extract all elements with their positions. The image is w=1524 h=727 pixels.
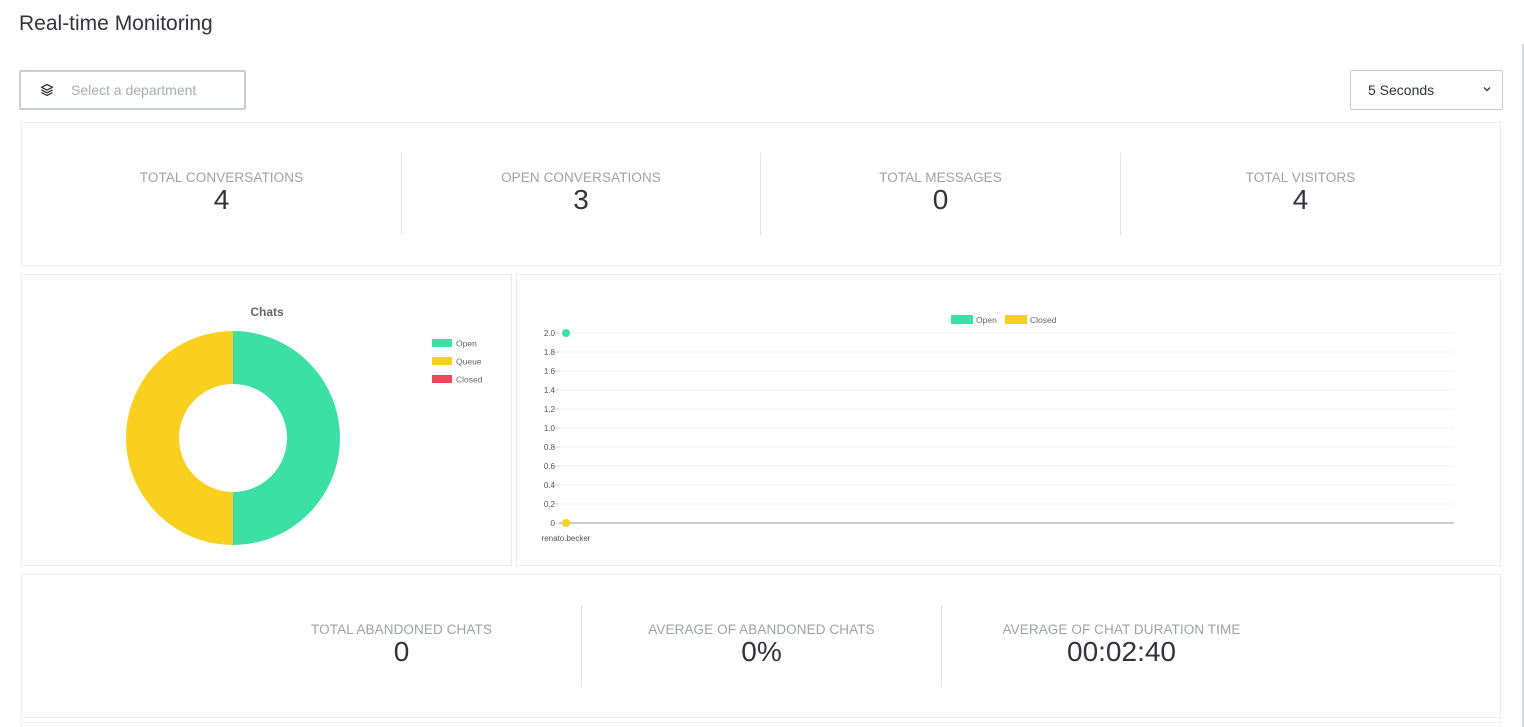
- legend-swatch-open[interactable]: [951, 315, 973, 324]
- donut-title: Chats: [250, 305, 284, 319]
- legend-label-queue[interactable]: Queue: [456, 357, 482, 367]
- legend-label-open[interactable]: Open: [456, 339, 477, 349]
- stat-total-visitors: TOTAL VISITORS 4: [1121, 153, 1480, 235]
- y-tick-label: 1.8: [544, 348, 556, 357]
- y-tick-label: 0.6: [544, 462, 556, 471]
- data-point-open[interactable]: [562, 329, 570, 337]
- stat-label: TOTAL MESSAGES: [879, 170, 1002, 185]
- stat-average-abandoned-chats: AVERAGE OF ABANDONED CHATS 0%: [582, 605, 941, 687]
- chats-per-agent-chart: Open Closed 2.0 1.8 1.6 1.4 1.2 1.0 0.8 0.6 0.4 0.…: [542, 315, 1454, 543]
- donut-slice-open[interactable]: [233, 331, 340, 545]
- y-tick-label: 2.0: [544, 329, 556, 338]
- stat-open-conversations: OPEN CONVERSATIONS 3: [402, 153, 760, 235]
- data-point-closed[interactable]: [562, 519, 570, 527]
- donut-slice-queue[interactable]: [126, 331, 233, 545]
- legend-label-closed[interactable]: Closed: [1030, 315, 1057, 325]
- stat-value: 00:02:40: [1067, 636, 1176, 667]
- stat-label: TOTAL VISITORS: [1245, 170, 1356, 185]
- stat-value: 0: [932, 184, 949, 215]
- y-tick-label: 1.4: [544, 386, 556, 395]
- chevron-down-icon: [1482, 81, 1492, 99]
- conversation-stats-card: TOTAL CONVERSATIONS 4 OPEN CONVERSATIONS…: [21, 122, 1501, 266]
- department-select-placeholder: Select a department: [71, 82, 197, 98]
- stat-value: 4: [213, 184, 230, 215]
- y-tick-label: 0.4: [544, 481, 556, 490]
- x-tick-label: renato.becker: [542, 534, 591, 543]
- department-select[interactable]: Select a department: [19, 70, 246, 110]
- layers-icon: [39, 82, 55, 98]
- chats-donut-chart: Chats Open Queue Closed: [126, 305, 483, 545]
- stat-label: OPEN CONVERSATIONS: [501, 170, 661, 185]
- next-card-peek: [21, 722, 1501, 727]
- y-tick-label: 1.6: [544, 367, 556, 376]
- stat-average-chat-duration: AVERAGE OF CHAT DURATION TIME 00:02:40: [942, 605, 1301, 687]
- legend-label-closed[interactable]: Closed: [456, 375, 483, 385]
- legend-swatch-closed[interactable]: [432, 375, 452, 383]
- stat-label: TOTAL ABANDONED CHATS: [311, 622, 492, 637]
- stat-label: AVERAGE OF CHAT DURATION TIME: [1002, 622, 1241, 637]
- legend-swatch-closed[interactable]: [1005, 315, 1027, 324]
- stat-value: 0: [393, 636, 410, 667]
- refresh-interval-value: 5 Seconds: [1368, 82, 1435, 98]
- y-tick-label: 0.2: [544, 500, 556, 509]
- stat-total-abandoned-chats: TOTAL ABANDONED CHATS 0: [222, 605, 581, 687]
- stat-label: AVERAGE OF ABANDONED CHATS: [648, 622, 875, 637]
- y-tick-label: 0.8: [544, 443, 556, 452]
- legend-swatch-open[interactable]: [432, 339, 452, 347]
- chats-donut-card: Chats Open Queue Closed: [21, 274, 512, 566]
- legend-swatch-queue[interactable]: [432, 357, 452, 365]
- y-tick-label: 1.2: [544, 405, 556, 414]
- chats-per-agent-card: Open Closed 2.0 1.8 1.6 1.4 1.2 1.0 0.8 0.6 0.4 0.…: [516, 274, 1501, 566]
- stat-value: 3: [573, 184, 589, 215]
- stat-total-conversations: TOTAL CONVERSATIONS 4: [42, 153, 401, 235]
- legend-label-open[interactable]: Open: [976, 315, 997, 325]
- y-tick-label: 1.0: [544, 424, 556, 433]
- stat-label: TOTAL CONVERSATIONS: [139, 170, 304, 185]
- abandoned-stats-card: TOTAL ABANDONED CHATS 0 AVERAGE OF ABAND…: [21, 574, 1501, 718]
- refresh-interval-select[interactable]: 5 Seconds: [1350, 70, 1503, 110]
- stat-value: 0%: [741, 636, 782, 667]
- page-title: Real-time Monitoring: [19, 12, 213, 35]
- stat-value: 4: [1292, 184, 1309, 215]
- stat-total-messages: TOTAL MESSAGES 0: [761, 153, 1120, 235]
- y-tick-label: 0: [551, 519, 556, 528]
